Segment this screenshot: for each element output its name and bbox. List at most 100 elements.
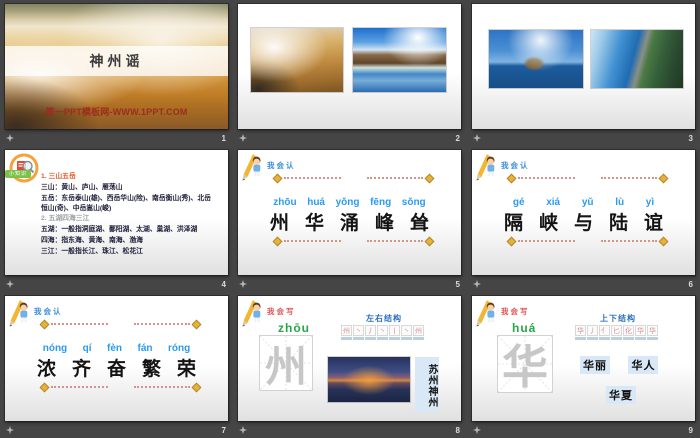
slide-cell-3: 3 (467, 0, 700, 146)
pinyin: gé (512, 197, 525, 208)
stroke-tile: 丨 (389, 325, 400, 340)
notes-line: 五岳：东岳泰山(雄)、西岳华山(险)、南岳衡山(秀)、北岳恒山(奇)、中岳嵩山(… (41, 194, 211, 212)
slide-cell-5: 我会认 zhōu huá yǒng fēng sǒng 州 华 涌 峰 耸 5 (233, 146, 467, 292)
pushpin-icon (424, 173, 435, 183)
watermark-text: 第一PPT模板网-WWW.1PPT.COM (45, 107, 188, 117)
stroke-tile: 化 (623, 325, 634, 340)
transition-star-icon[interactable] (473, 134, 481, 142)
notes-line: 1. 三山五岳 (41, 173, 76, 180)
slide-number: 1 (221, 134, 226, 143)
pinyin: qí (82, 343, 92, 354)
badge-ribbon-label: 小知识 (5, 170, 31, 178)
pushpin-icon (191, 382, 202, 392)
transition-star-icon[interactable] (473, 426, 481, 434)
pinyin: róng (168, 343, 191, 354)
slide-thumbnail-2[interactable] (238, 4, 461, 129)
stroke-tile: 丶 (377, 325, 388, 340)
dotted-divider (39, 319, 202, 329)
slide-thumbnail-5[interactable]: 我会认 zhōu huá yǒng fēng sǒng 州 华 涌 峰 耸 (238, 150, 461, 275)
pushpin-icon (272, 236, 283, 246)
stroke-tile: 州 (341, 325, 352, 340)
example-words-row: 华丽 华人 (580, 356, 659, 374)
character: 隔 (503, 213, 523, 234)
slide-thumbnail-8[interactable]: 我会写 zhōu 州 左右结构 州 丶 丿 丶 丨 丶 州 苏州神州 (238, 296, 461, 421)
notes-text-block: 1. 三山五岳 三山：黄山、庐山、雁荡山 五岳：东岳泰山(雄)、西岳华山(险)、… (41, 172, 211, 258)
pinyin-row: zhōu huá yǒng fēng sǒng (268, 197, 431, 208)
character: 繁 (141, 359, 161, 380)
transition-star-icon[interactable] (6, 426, 14, 434)
slide-number: 9 (688, 426, 693, 435)
dotted-divider (506, 173, 669, 183)
pushpin-icon (506, 173, 517, 183)
pushpin-icon (39, 382, 50, 392)
slide-cell-9: 我会写 huá 华 上下结构 华 丿 亻 匕 化 华 华 华丽 华人 华夏 9 (467, 292, 700, 438)
title-band: 神州谣 (5, 46, 228, 76)
notes-line: 三山：黄山、庐山、雁荡山 (41, 183, 123, 191)
section-header: 我会写 (501, 307, 530, 316)
stroke-tile: 华 (575, 325, 586, 340)
notes-line: 五湖：一般指洞庭湖、鄱阳湖、太湖、巢湖、洪泽湖 (41, 226, 198, 234)
slide-thumbnail-1[interactable]: 神州谣 第一PPT模板网-WWW.1PPT.COM (5, 4, 228, 129)
transition-star-icon[interactable] (239, 280, 247, 288)
deck-title: 神州谣 (89, 53, 144, 69)
boy-with-pencil-icon (242, 154, 261, 181)
word-tag: 华人 (628, 356, 659, 374)
slide-number: 3 (688, 134, 693, 143)
photo-river-bend-mountain (353, 28, 446, 92)
tianzige-box: 州 (260, 336, 312, 390)
photo-coastal-cliff-road (591, 30, 683, 88)
pinyin: nóng (42, 343, 68, 354)
slide-thumbnail-4[interactable]: 小知识 1. 三山五岳 三山：黄山、庐山、雁荡山 五岳：东岳泰山(雄)、西岳华山… (5, 150, 228, 275)
dotted-divider (506, 236, 669, 246)
word-tag: 华夏 (606, 386, 636, 404)
character: 峰 (374, 213, 394, 234)
stroke-tile: 丶 (401, 325, 412, 340)
boy-with-pencil-icon (9, 300, 28, 327)
stroke-order-strip: 华 丿 亻 匕 化 华 华 (575, 325, 658, 340)
character: 陆 (608, 213, 628, 234)
slide-number: 7 (221, 426, 226, 435)
character: 谊 (643, 213, 663, 234)
practice-character: 州 (264, 342, 307, 390)
slide-cell-2: 2 (233, 0, 467, 146)
dotted-divider (39, 382, 202, 392)
character: 与 (573, 213, 593, 234)
slide-cell-7: 我会认 nóng qí fèn fán róng 浓 齐 奋 繁 荣 7 (0, 292, 233, 438)
boy-with-pencil-icon (476, 154, 495, 181)
character-row: 州 华 涌 峰 耸 (262, 208, 437, 235)
stroke-tile: 州 (413, 325, 424, 340)
transition-star-icon[interactable] (239, 426, 247, 434)
pushpin-icon (191, 319, 202, 329)
word: 神州 (426, 385, 437, 408)
stroke-tile: 丶 (353, 325, 364, 340)
pinyin-row: nóng qí fèn fán róng (35, 343, 198, 354)
transition-star-icon[interactable] (6, 134, 14, 142)
slide-thumbnail-7[interactable]: 我会认 nóng qí fèn fán róng 浓 齐 奋 繁 荣 (5, 296, 228, 421)
slide-thumbnail-3[interactable] (472, 4, 695, 129)
character: 奋 (106, 359, 126, 380)
pushpin-icon (39, 319, 50, 329)
transition-star-icon[interactable] (473, 280, 481, 288)
word: 苏州 (426, 363, 437, 386)
stroke-tile: 丿 (365, 325, 376, 340)
character: 华 (304, 213, 324, 234)
pushpin-icon (658, 173, 669, 183)
dotted-divider (272, 236, 435, 246)
transition-star-icon[interactable] (6, 280, 14, 288)
boy-with-pencil-icon (242, 300, 261, 327)
slide-number: 8 (455, 426, 460, 435)
word-tag: 华丽 (580, 356, 610, 374)
stroke-tile: 丿 (587, 325, 598, 340)
slide-thumbnail-6[interactable]: 我会认 gé xiá yǔ lù yì 隔 峡 与 陆 谊 (472, 150, 695, 275)
slide-number: 2 (455, 134, 460, 143)
dotted-divider (272, 173, 435, 183)
tianzige-box: 华 (498, 336, 552, 393)
slide-thumbnail-9[interactable]: 我会写 huá 华 上下结构 华 丿 亻 匕 化 华 华 华丽 华人 华夏 (472, 296, 695, 421)
character: 州 (269, 213, 289, 234)
transition-star-icon[interactable] (239, 134, 247, 142)
example-words-vertical: 苏州神州 (415, 357, 439, 412)
section-header: 我会认 (501, 161, 530, 170)
stroke-order-strip: 州 丶 丿 丶 丨 丶 州 (341, 325, 424, 340)
slide-number: 5 (455, 280, 460, 289)
notes-line: 四海：指东海、黄海、南海、渤海 (41, 237, 143, 245)
